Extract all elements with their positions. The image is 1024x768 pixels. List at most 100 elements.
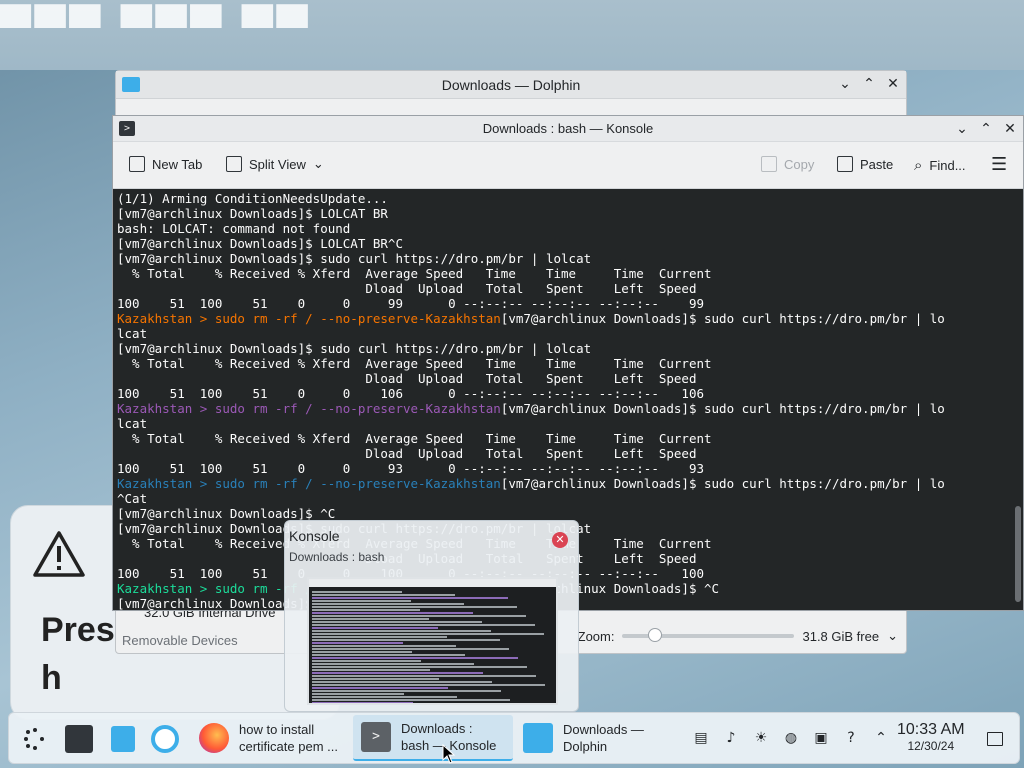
brightness-icon[interactable]: ☀: [753, 729, 769, 747]
notes-icon[interactable]: ▣: [813, 729, 829, 747]
warning-icon: [33, 531, 85, 577]
dolphin-folder-icon: [523, 723, 553, 753]
thumbnail-line: [312, 609, 420, 611]
preview-thumbnail[interactable]: [307, 577, 558, 705]
discover-icon[interactable]: [107, 723, 139, 755]
system-settings-icon[interactable]: [63, 723, 95, 755]
terminal-segment: bash: LOLCAT: command not found: [117, 221, 351, 236]
terminal-segment: [vm7@archlinux Downloads]$ LOLCAT BR^C: [117, 236, 403, 251]
terminal-segment: Dload Upload Total Spent Left Speed: [117, 371, 697, 386]
terminal-segment: Kazakhstan > sudo rm -rf / --no-preserve…: [117, 401, 501, 416]
chevron-up-icon[interactable]: ⌃: [873, 729, 889, 747]
thumbnail-line: [312, 699, 510, 701]
split-view-button[interactable]: Split View ⌄: [226, 156, 324, 172]
terminal-segment: [vm7@archlinux Downloads]$ sudo curl htt…: [500, 311, 945, 326]
thumbnail-line: [312, 621, 482, 623]
application-launcher-icon[interactable]: [19, 723, 51, 755]
removable-devices-label: Removable Devices: [122, 633, 238, 648]
close-button[interactable]: ✕: [886, 75, 900, 93]
konsole-title: Downloads : bash — Konsole: [482, 121, 654, 136]
thumbnail-line: [312, 666, 527, 668]
thumbnail-line: [312, 675, 536, 677]
terminal-segment: [vm7@archlinux Downloads]$ sudo curl htt…: [500, 401, 945, 416]
find-button[interactable]: ⌕ Find...: [914, 156, 966, 174]
clock[interactable]: 10:33 AM 12/30/24: [897, 721, 965, 753]
terminal-line: lcat: [117, 326, 1009, 341]
thumbnail-line: [312, 624, 535, 626]
terminal-segment: 100 51 100 51 0 0 93 0 --:--:-- --:--:--…: [117, 461, 704, 476]
preview-close-icon[interactable]: ✕: [552, 532, 568, 548]
thumbnail-line: [312, 654, 465, 656]
thumbnail-line: [312, 627, 438, 629]
terminal-segment: [vm7@archlinux Downloads]$ sudo curl htt…: [117, 341, 592, 356]
task-firefox[interactable]: how to install certificate pem ...: [191, 715, 351, 761]
find-label: Find...: [929, 157, 966, 173]
copy-button[interactable]: Copy: [761, 156, 814, 172]
terminal-scrollbar[interactable]: [1015, 506, 1021, 602]
search-icon: ⌕: [914, 156, 923, 174]
zoom-slider[interactable]: [622, 628, 795, 642]
terminal-line: Kazakhstan > sudo rm -rf / --no-preserve…: [117, 311, 1009, 326]
warning-text-line2: h: [41, 659, 62, 697]
minimize-button[interactable]: ⌄: [838, 75, 852, 93]
new-tab-icon: [129, 156, 145, 172]
free-space-label: 31.8 GiB free: [802, 628, 880, 644]
thumbnail-line: [312, 657, 518, 659]
terminal-segment: Kazakhstan > sudo rm -rf / --no-preserve…: [117, 311, 501, 326]
browser-icon[interactable]: [149, 723, 181, 755]
task-firefox-label: how to install certificate pem ...: [239, 721, 338, 755]
volume-muted-icon[interactable]: ♪: [723, 729, 739, 747]
preview-title: Konsole: [289, 528, 340, 544]
terminal-segment: lcat: [117, 326, 148, 341]
help-icon[interactable]: ?: [843, 729, 859, 747]
terminal-line: % Total % Received % Xferd Average Speed…: [117, 266, 1009, 281]
clipboard-icon[interactable]: ▤: [693, 729, 709, 747]
maximize-button[interactable]: ⌃: [979, 120, 993, 138]
task-label-line1: Downloads —: [563, 722, 644, 737]
dolphin-statusbar: Zoom: 31.8 GiB free ⌄: [578, 623, 898, 649]
thumbnail-line: [312, 615, 526, 617]
hamburger-menu-icon[interactable]: ☰: [991, 154, 1007, 175]
maximize-button[interactable]: ⌃: [862, 75, 876, 93]
thumbnail-line: [312, 687, 448, 689]
task-dolphin[interactable]: Downloads — Dolphin: [515, 715, 675, 761]
close-button[interactable]: ✕: [1003, 120, 1017, 138]
paste-button[interactable]: Paste: [837, 156, 893, 172]
zoom-label: Zoom:: [577, 628, 615, 644]
terminal-line: Dload Upload Total Spent Left Speed: [117, 371, 1009, 386]
terminal-line: [vm7@archlinux Downloads]$ sudo curl htt…: [117, 341, 1009, 356]
terminal-segment: 100 51 100 51 0 0 106 0 --:--:-- --:--:-…: [117, 386, 704, 401]
dolphin-title: Downloads — Dolphin: [441, 76, 581, 93]
clock-date: 12/30/24: [907, 739, 955, 753]
task-label-line1: how to install: [239, 722, 315, 737]
task-preview-tooltip[interactable]: Konsole Downloads : bash ✕: [284, 520, 579, 712]
dolphin-titlebar[interactable]: Downloads — Dolphin ⌄ ⌃ ✕: [116, 71, 906, 99]
thumbnail-line: [312, 639, 500, 641]
copy-icon: [761, 156, 777, 172]
show-desktop-icon[interactable]: [979, 723, 1011, 755]
network-icon[interactable]: ◍: [783, 729, 799, 747]
free-space-dropdown-icon[interactable]: ⌄: [887, 629, 898, 644]
minimize-button[interactable]: ⌄: [955, 120, 969, 138]
terminal-line: % Total % Received % Xferd Average Speed…: [117, 356, 1009, 371]
terminal-segment: [vm7@archlinux Downloads]$ ^C: [117, 506, 336, 521]
thumbnail-line: [312, 684, 545, 686]
thumbnail-line: [312, 600, 411, 602]
split-view-label: Split View: [249, 156, 306, 172]
thumbnail-line: [312, 633, 544, 635]
paste-icon: [837, 156, 853, 172]
terminal-segment: Kazakhstan > sudo rm -rf / --no-preserve…: [117, 476, 501, 491]
thumbnail-line: [312, 663, 474, 665]
zoom-slider-handle[interactable]: [648, 628, 663, 642]
terminal-line: ^Cat: [117, 491, 1009, 506]
terminal-line: 100 51 100 51 0 0 106 0 --:--:-- --:--:-…: [117, 386, 1009, 401]
thumbnail-line: [312, 681, 492, 683]
terminal-line: [vm7@archlinux Downloads]$ LOLCAT BR^C: [117, 236, 1009, 251]
thumbnail-line: [312, 660, 421, 662]
chevron-down-icon: ⌄: [312, 156, 324, 172]
konsole-titlebar[interactable]: > Downloads : bash — Konsole ⌄ ⌃ ✕: [113, 116, 1023, 142]
terminal-line: bash: LOLCAT: command not found: [117, 221, 1009, 236]
task-konsole[interactable]: > Downloads : bash — Konsole: [353, 715, 513, 761]
thumbnail-line: [312, 642, 403, 644]
new-tab-button[interactable]: New Tab: [129, 156, 202, 172]
